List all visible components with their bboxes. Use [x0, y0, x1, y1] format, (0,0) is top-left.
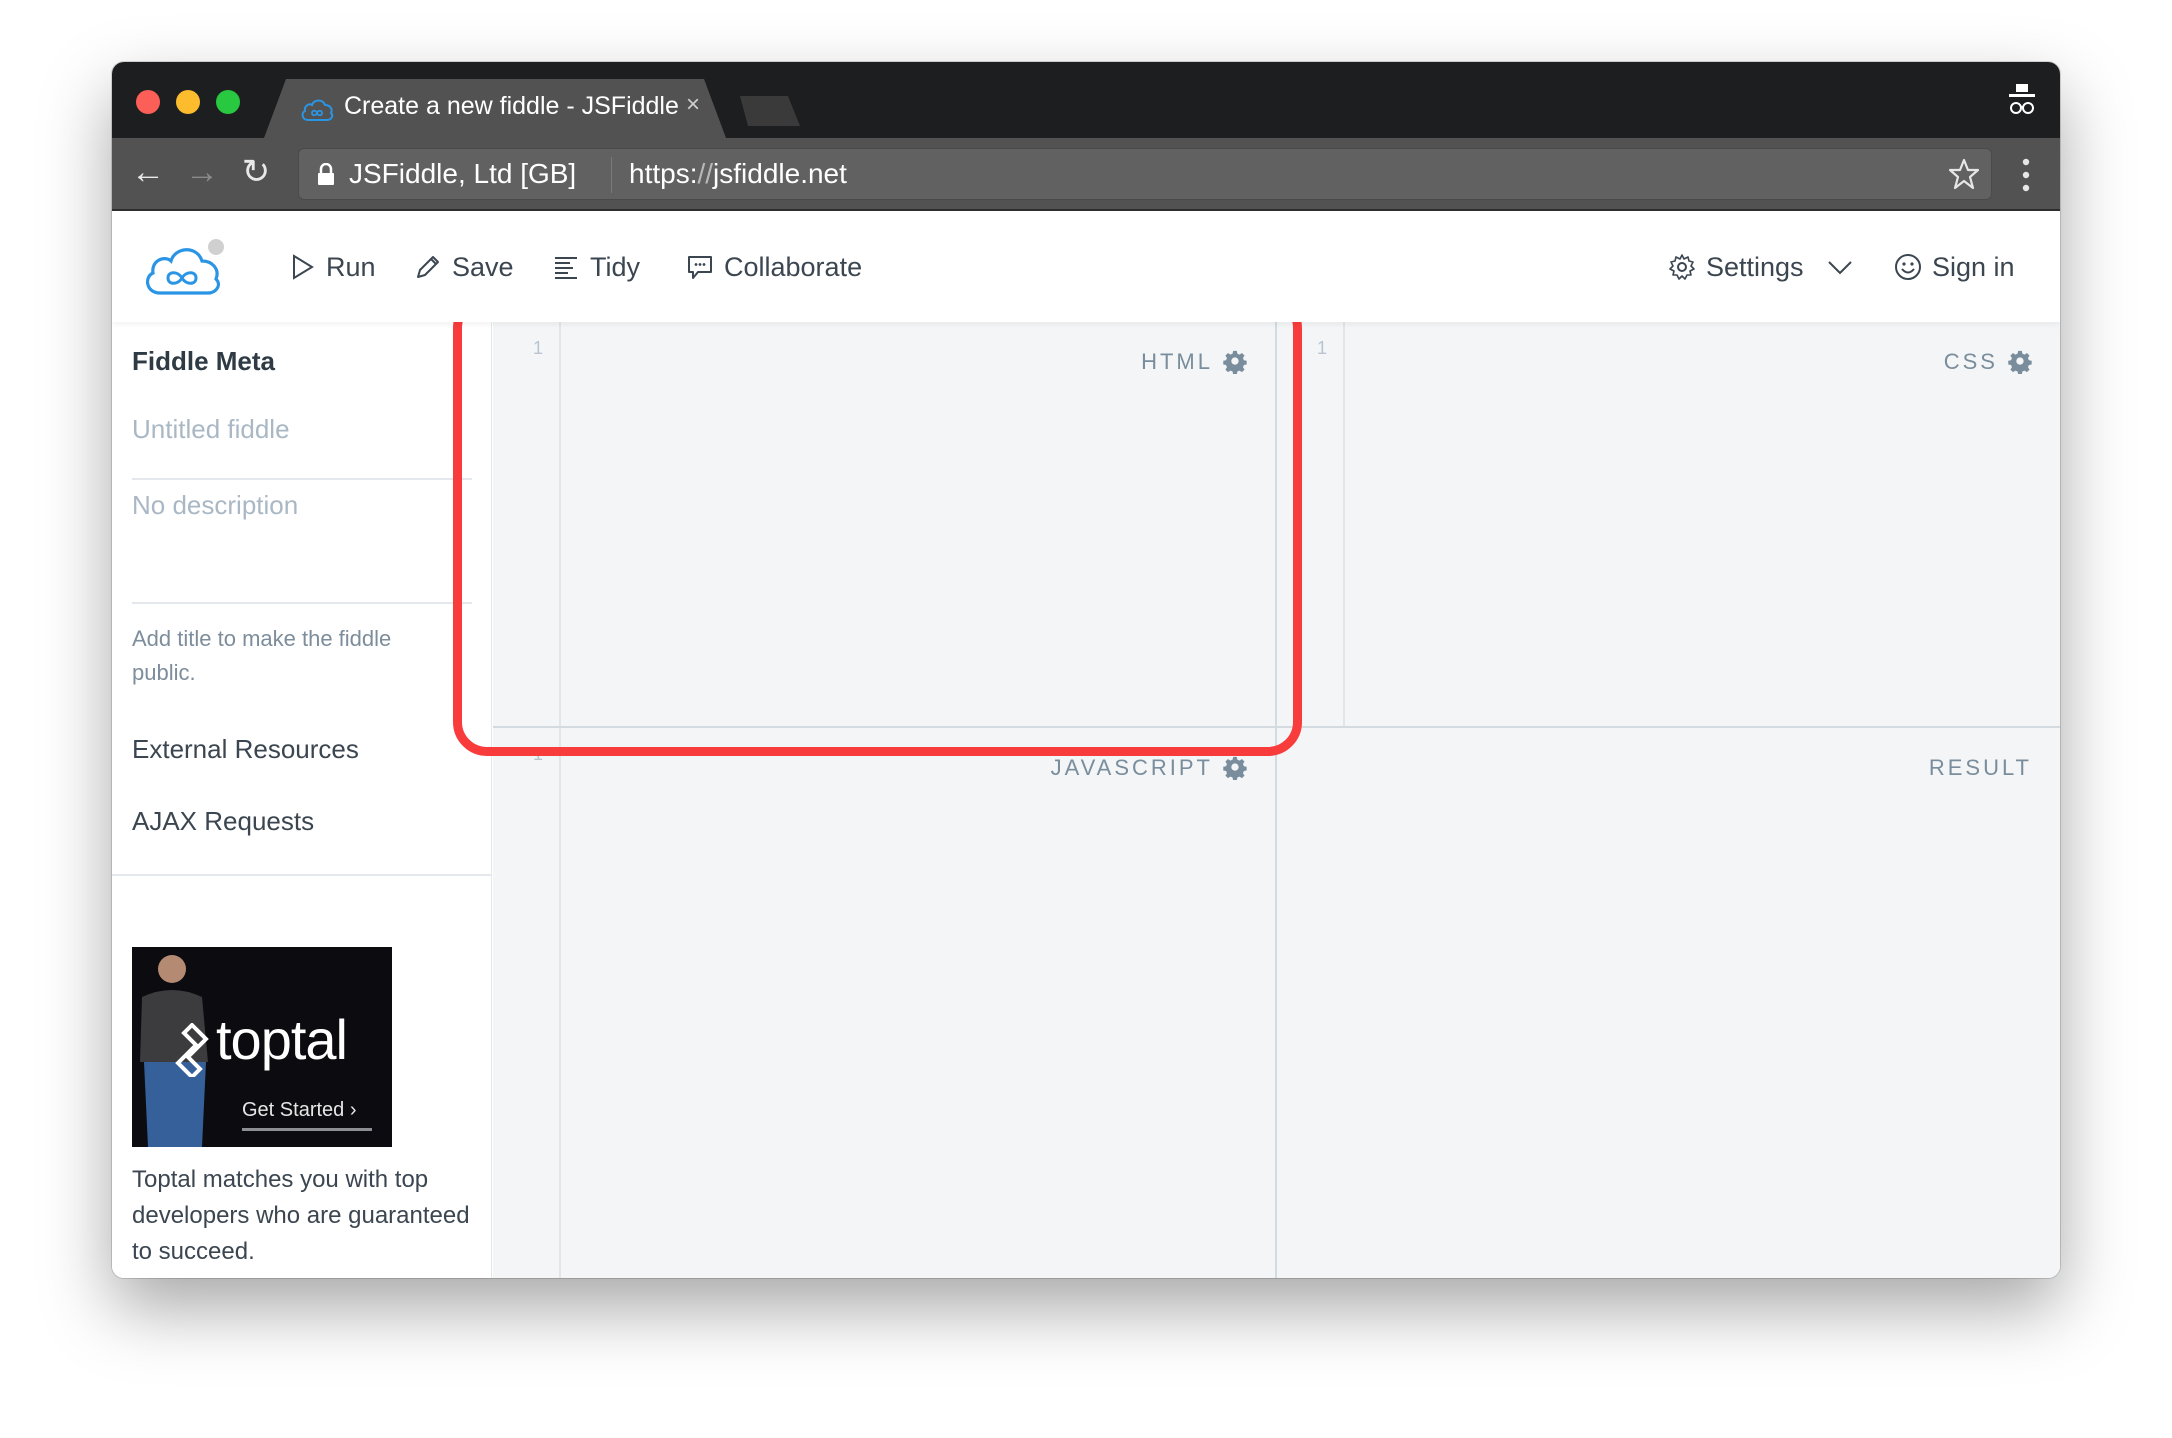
- collaborate-button[interactable]: Collaborate: [686, 247, 862, 287]
- jsfiddle-cloud-icon: [301, 99, 334, 121]
- fiddle-description-input[interactable]: No description: [132, 490, 472, 604]
- chevron-down-icon: [1827, 261, 1852, 275]
- browser-window: Create a new fiddle - JSFiddle × ← → ↻ J…: [112, 62, 2060, 1278]
- incognito-icon: [2009, 84, 2035, 114]
- gear-icon[interactable]: [2008, 350, 2032, 374]
- save-label: Save: [452, 251, 514, 282]
- back-button[interactable]: ←: [128, 152, 168, 192]
- collaborate-label: Collaborate: [724, 251, 863, 282]
- settings-label: Settings: [1706, 251, 1804, 282]
- ad-cta[interactable]: Get Started ›: [242, 1099, 357, 1122]
- sidebar: Fiddle Meta Untitled fiddle No descripti…: [112, 322, 492, 1278]
- css-editor[interactable]: 1 CSS: [1277, 322, 2060, 728]
- forward-button[interactable]: →: [182, 152, 222, 192]
- pencil-icon: [417, 256, 439, 278]
- reload-button[interactable]: ↻: [236, 152, 276, 192]
- ad-brand: toptal: [216, 1008, 348, 1071]
- html-label: HTML: [1141, 349, 1247, 375]
- javascript-label: JAVASCRIPT: [1051, 755, 1247, 781]
- editor-area: 1 HTML 1 CSS 1 JAVASCRIPT RESULT: [493, 322, 2060, 1278]
- result-pane[interactable]: RESULT: [1277, 728, 2060, 1278]
- app-header: Run Save Tidy Collaborate Settings Sign …: [112, 211, 2060, 322]
- url-separator: //: [697, 158, 714, 189]
- play-icon: [293, 254, 314, 280]
- url-scheme: https:: [629, 158, 698, 189]
- gear-icon: [1669, 254, 1695, 280]
- save-button[interactable]: Save: [414, 247, 514, 287]
- address-separator: [611, 157, 612, 193]
- browser-toolbar: ← → ↻ JSFiddle, Ltd [GB] https://jsfiddl…: [112, 138, 2060, 211]
- gear-icon[interactable]: [1223, 350, 1247, 374]
- tab-bar: Create a new fiddle - JSFiddle ×: [112, 62, 2060, 138]
- html-editor[interactable]: 1 HTML: [493, 322, 1277, 728]
- site-identity[interactable]: JSFiddle, Ltd [GB]: [349, 158, 576, 190]
- ad-image[interactable]: toptal Get Started ›: [132, 947, 392, 1147]
- tidy-label: Tidy: [590, 251, 641, 282]
- html-gutter: 1: [493, 322, 561, 726]
- star-icon[interactable]: [1947, 157, 1981, 191]
- chat-icon: [688, 256, 712, 279]
- maximize-window-button[interactable]: [216, 90, 240, 114]
- line-number: 1: [1316, 338, 1327, 358]
- tab-close-button[interactable]: ×: [686, 91, 700, 119]
- align-left-icon: [555, 257, 577, 279]
- new-tab-button[interactable]: [740, 96, 800, 126]
- run-label: Run: [326, 251, 376, 282]
- external-resources-link[interactable]: External Resources: [132, 734, 359, 765]
- fiddle-title-input[interactable]: Untitled fiddle: [132, 414, 472, 480]
- toptal-mark-icon: [175, 1023, 209, 1077]
- css-label: CSS: [1944, 349, 2032, 375]
- more-vert-icon[interactable]: [2022, 158, 2030, 192]
- close-window-button[interactable]: [136, 90, 160, 114]
- fiddle-meta-heading: Fiddle Meta: [132, 346, 276, 376]
- jsfiddle-app: Run Save Tidy Collaborate Settings Sign …: [112, 211, 2060, 1278]
- javascript-editor[interactable]: 1 JAVASCRIPT: [493, 728, 1277, 1278]
- ajax-requests-link[interactable]: AJAX Requests: [132, 806, 314, 837]
- javascript-gutter: 1: [493, 728, 561, 1278]
- result-label: RESULT: [1928, 755, 2032, 780]
- sign-in-button[interactable]: Sign in: [1894, 247, 2015, 287]
- line-number: 1: [532, 744, 543, 764]
- gear-icon[interactable]: [1223, 756, 1247, 780]
- minimize-window-button[interactable]: [176, 90, 200, 114]
- tab-title: Create a new fiddle - JSFiddle: [344, 92, 679, 120]
- run-button[interactable]: Run: [288, 247, 376, 287]
- smiley-icon: [1895, 254, 1921, 280]
- url-text[interactable]: https://jsfiddle.net: [629, 158, 847, 190]
- ad-cta-underline: [242, 1128, 372, 1131]
- public-note: Add title to make the fiddle public.: [132, 626, 392, 685]
- sidebar-divider: [112, 874, 492, 876]
- line-number: 1: [532, 338, 543, 358]
- settings-button[interactable]: Settings: [1668, 247, 1854, 287]
- ad-text[interactable]: Toptal matches you with top developers w…: [132, 1162, 472, 1270]
- lock-icon: [318, 163, 334, 185]
- url-host: jsfiddle.net: [713, 158, 847, 189]
- browser-tab[interactable]: Create a new fiddle - JSFiddle ×: [264, 79, 726, 138]
- sign-in-label: Sign in: [1932, 251, 2015, 282]
- tidy-button[interactable]: Tidy: [552, 247, 640, 287]
- css-gutter: 1: [1277, 322, 1345, 726]
- address-bar[interactable]: JSFiddle, Ltd [GB] https://jsfiddle.net: [298, 148, 1992, 200]
- jsfiddle-logo[interactable]: [140, 235, 226, 299]
